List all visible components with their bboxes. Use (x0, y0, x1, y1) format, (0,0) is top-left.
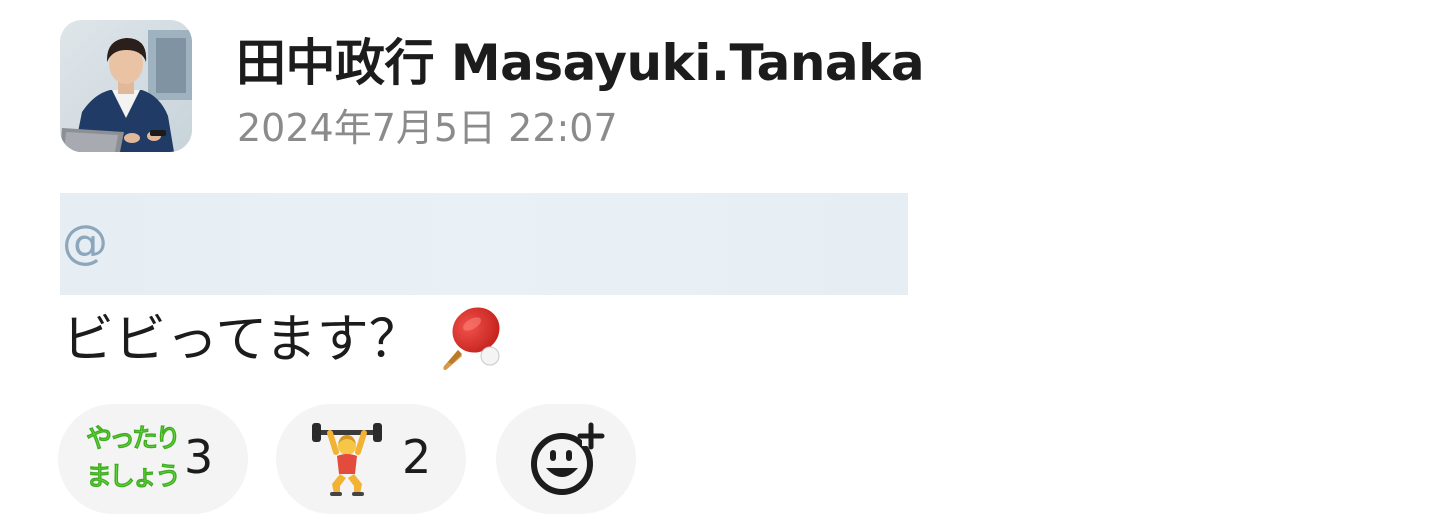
reaction-weightlifter[interactable]: 2 (276, 404, 466, 514)
add-reaction-icon (531, 422, 605, 495)
reaction-count: 3 (184, 430, 214, 484)
chat-message: 田中政行 Masayuki.Tanaka 2024年7月5日 22:07 @ ビ… (0, 0, 1440, 524)
reaction-count: 2 (402, 430, 432, 484)
custom-yattari-mashou-emoji: やったり ましょう (86, 424, 182, 498)
avatar-photo (60, 20, 192, 152)
reaction-yattari[interactable]: やったり ましょう 3 (58, 404, 248, 514)
message-timestamp[interactable]: 2024年7月5日 22:07 (237, 107, 618, 150)
custom-emoji-text-line-1: やったり (86, 424, 182, 454)
sender-name[interactable]: 田中政行 Masayuki.Tanaka (236, 36, 925, 91)
add-reaction-button[interactable] (496, 404, 636, 514)
message-text: ビビってます？ (62, 310, 421, 370)
mention-block[interactable]: @ (60, 193, 908, 295)
weightlifter-emoji (312, 423, 382, 496)
custom-emoji-text-line-2: ましょう (86, 462, 182, 492)
mention-prefix: @ (62, 215, 108, 269)
avatar[interactable] (60, 20, 192, 152)
ping-pong-paddle-icon (443, 307, 500, 370)
